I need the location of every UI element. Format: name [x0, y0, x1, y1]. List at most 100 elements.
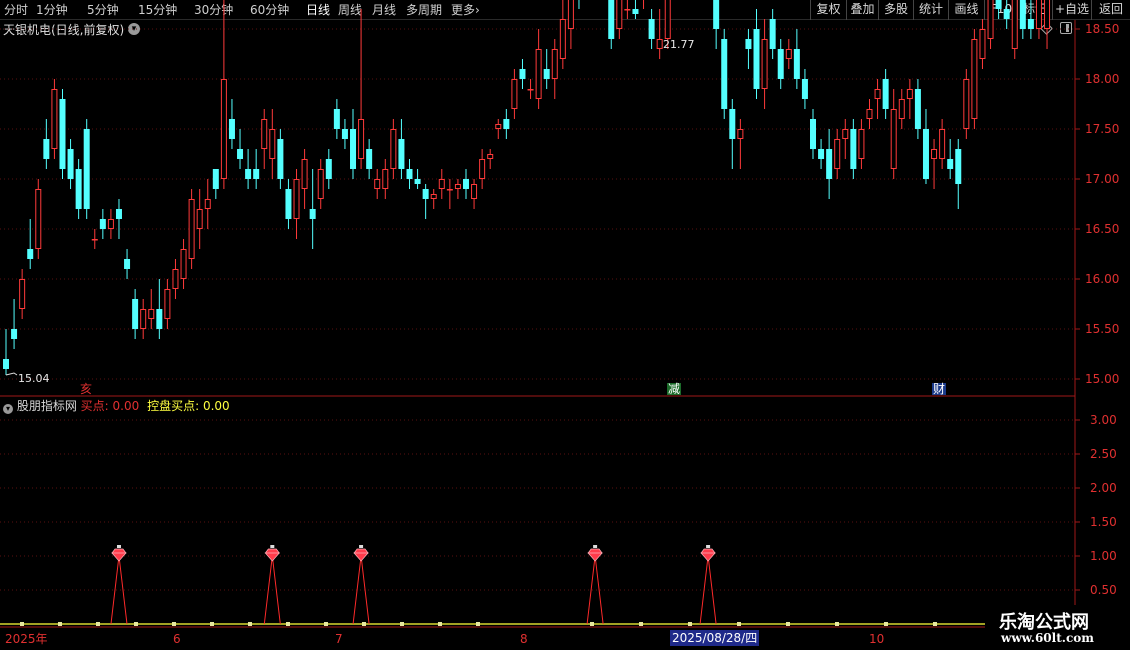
baseline-dot: [248, 622, 252, 626]
candle-body-down: [228, 119, 235, 139]
baseline-dot: [884, 622, 888, 626]
candle-body-up: [987, 0, 994, 39]
price-tick-label: 15.00: [1085, 372, 1120, 386]
candle-body-up: [140, 309, 147, 329]
candle-body-up: [91, 239, 98, 241]
candle-body-down: [341, 129, 348, 139]
low-leader: [5, 372, 18, 376]
candle-body-up: [51, 89, 58, 149]
candle-body-up: [269, 129, 276, 159]
signal-marker[interactable]: 亥: [79, 383, 93, 395]
candle-body-up: [317, 169, 324, 199]
candle-body-down: [826, 149, 833, 179]
baseline-dot: [835, 622, 839, 626]
baseline-dot: [438, 622, 442, 626]
price-tick-label: 18.50: [1085, 22, 1120, 36]
series-label: 控盘买点:: [147, 399, 200, 413]
candle-body-up: [479, 159, 486, 179]
candle-body-down: [83, 129, 90, 209]
baseline-dot: [210, 622, 214, 626]
candle-body-down: [793, 49, 800, 79]
peak-dot: [116, 545, 121, 548]
candle-body-down: [27, 249, 34, 259]
candle-body-up: [939, 129, 946, 159]
candle-body-down: [366, 149, 373, 169]
candle-body-up: [616, 0, 623, 29]
candle-body-up: [390, 129, 397, 169]
candle-body-down: [309, 209, 316, 219]
candle-body-up: [559, 19, 566, 59]
candle-body-up: [931, 149, 938, 159]
candle-body-up: [785, 49, 792, 59]
baseline-dot: [476, 622, 480, 626]
indicator-tick-label: 1.50: [1090, 515, 1117, 529]
candle-body-up: [737, 129, 744, 139]
signal-marker[interactable]: 财: [932, 383, 947, 395]
candle-body-down: [67, 149, 74, 179]
baseline-dot: [688, 622, 692, 626]
candle-body-up: [842, 129, 849, 139]
diamond-marker: [111, 548, 127, 562]
baseline-dot: [933, 622, 937, 626]
candle-body-down: [801, 79, 808, 99]
price-tick-label: 16.50: [1085, 222, 1120, 236]
candle-body-up: [664, 0, 671, 39]
diamond-marker: [264, 548, 281, 562]
candle-body-up: [866, 109, 873, 119]
candle-body-up: [898, 99, 905, 119]
series-value: 0.00: [202, 399, 230, 413]
candle-body-up: [196, 209, 203, 229]
candle-body-up: [19, 279, 26, 309]
candle-body-down: [947, 159, 954, 169]
candle-body-up: [180, 249, 187, 279]
candle-body-down: [124, 259, 131, 269]
candle-body-up: [656, 39, 663, 49]
candle-body-up: [107, 219, 114, 229]
candle-body-down: [350, 129, 357, 169]
candle-body-up: [301, 159, 308, 189]
baseline-dot: [324, 622, 328, 626]
time-label: 6: [173, 632, 181, 646]
candle-body-down: [43, 139, 50, 159]
candle-body-up: [858, 129, 865, 159]
peak-dot: [593, 545, 598, 548]
chevron-down-icon[interactable]: ▾: [3, 404, 13, 414]
baseline-dot: [590, 622, 594, 626]
candle-body-up: [567, 0, 574, 29]
candle-body-up: [438, 179, 445, 189]
candle-body-down: [882, 79, 889, 109]
candle-body-up: [148, 309, 155, 319]
candle-body-down: [810, 119, 816, 149]
candle-body-down: [277, 139, 284, 179]
candle-body-up: [382, 169, 389, 189]
candle-body-up: [487, 154, 494, 159]
signal-marker[interactable]: 减: [667, 383, 682, 395]
price-tick-label: 16.00: [1085, 272, 1120, 286]
candle-body-down: [1027, 19, 1034, 29]
candle-body-up: [430, 194, 437, 199]
candle-body-down: [777, 49, 784, 79]
candle-body-up: [1011, 0, 1018, 49]
candle-body-down: [769, 19, 776, 49]
watermark-url: www.60lt.com: [1001, 631, 1094, 645]
candle-body-down: [156, 309, 163, 329]
candle-body-down: [406, 169, 413, 179]
candle-body-up: [471, 184, 478, 199]
candle-body-down: [3, 359, 9, 369]
candle-body-up: [172, 269, 179, 289]
indicator-lines: [0, 545, 1075, 626]
baseline-dot: [20, 622, 24, 626]
current-date-label: 2025/08/28/四: [670, 630, 760, 646]
baseline-dot: [58, 622, 62, 626]
candle-body-down: [285, 189, 292, 219]
chart-canvas: [0, 0, 1080, 650]
high-label: 21.77: [663, 38, 695, 51]
series-value: 0.00: [112, 399, 140, 413]
candle-body-down: [1003, 9, 1010, 19]
price-tick-label: 17.50: [1085, 122, 1120, 136]
candle-body-up: [261, 119, 268, 149]
candle-body-up: [906, 89, 913, 99]
buy-signal-line: [352, 555, 370, 625]
candle-body-up: [874, 89, 881, 99]
candle-body-down: [632, 9, 639, 14]
